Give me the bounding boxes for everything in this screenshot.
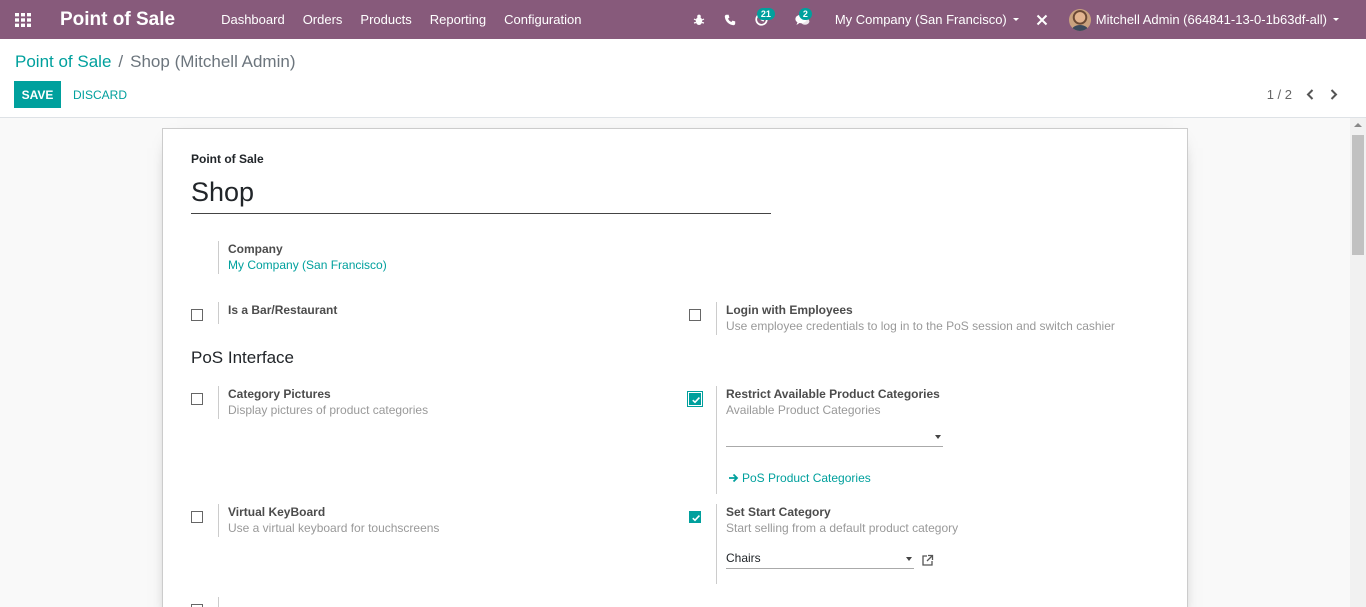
category-pictures-pane: Category Pictures Display pictures of pr… [218, 386, 428, 419]
pager-next-icon[interactable] [1322, 86, 1346, 102]
menu-dashboard[interactable]: Dashboard [212, 0, 294, 39]
form-sheet: Point of Sale Company My Company (San Fr… [162, 128, 1188, 607]
bar-restaurant-pane: Is a Bar/Restaurant [218, 302, 337, 324]
restrict-categories-checkbox[interactable] [687, 391, 703, 407]
menu-reporting[interactable]: Reporting [421, 0, 495, 39]
systray: 21 2 My Company (San Francisco) Mitchell… [683, 0, 1366, 39]
category-pictures-desc: Display pictures of product categories [228, 403, 429, 417]
main-menu: Dashboard Orders Products Reporting Conf… [212, 0, 590, 39]
start-category-desc: Start selling from a default product cat… [726, 521, 959, 535]
menu-orders[interactable]: Orders [294, 0, 352, 39]
vertical-scrollbar[interactable] [1350, 118, 1366, 607]
scroll-up-arrow-icon[interactable] [1354, 123, 1362, 127]
menu-configuration[interactable]: Configuration [495, 0, 590, 39]
pos-product-categories-link[interactable]: PoS Product Categories [728, 470, 871, 486]
restrict-categories-desc: Available Product Categories [726, 403, 881, 417]
save-button[interactable]: SAVE [14, 81, 61, 108]
bar-restaurant-checkbox[interactable] [191, 309, 203, 321]
login-employees-desc: Use employee credentials to log in to th… [726, 319, 1115, 333]
apps-menu-icon[interactable] [0, 0, 46, 39]
company-pane: Company My Company (San Francisco) [218, 241, 387, 274]
available-categories-select[interactable] [726, 427, 943, 447]
company-switcher-label: My Company (San Francisco) [834, 12, 1007, 27]
phone-icon[interactable] [715, 0, 745, 39]
login-employees-pane: Login with Employees Use employee creden… [716, 302, 1115, 335]
scroll-thumb[interactable] [1352, 135, 1364, 255]
start-category-checkbox[interactable] [689, 511, 701, 523]
next-setting-pane [218, 597, 228, 607]
restrict-categories-title: Restrict Available Product Categories [726, 387, 940, 401]
virtual-keyboard-checkbox[interactable] [191, 511, 203, 523]
control-panel: Point of Sale / Shop (Mitchell Admin) SA… [0, 39, 1366, 118]
pos-name-input[interactable] [191, 171, 771, 214]
messages-count-badge: 2 [798, 8, 812, 20]
pager-previous-icon[interactable] [1298, 86, 1322, 102]
bar-restaurant-title: Is a Bar/Restaurant [228, 303, 338, 317]
start-category-value: Chairs [726, 551, 761, 565]
chevron-down-icon [1012, 18, 1019, 21]
virtual-keyboard-title: Virtual KeyBoard [228, 505, 326, 519]
activity-count-badge: 21 [756, 8, 775, 20]
pos-product-categories-label: PoS Product Categories [742, 471, 871, 485]
chevron-down-icon [935, 435, 941, 439]
company-value-link[interactable]: My Company (San Francisco) [228, 257, 387, 274]
discard-button[interactable]: DISCARD [66, 81, 134, 108]
category-pictures-title: Category Pictures [228, 387, 331, 401]
pager-value: 1 / 2 [1266, 86, 1292, 102]
name-label: Point of Sale [191, 152, 264, 166]
breadcrumb: Point of Sale / Shop (Mitchell Admin) [15, 52, 295, 72]
chevron-down-icon [1333, 18, 1339, 21]
section-title-pos-interface: PoS Interface [191, 348, 295, 367]
chevron-down-icon [906, 557, 912, 561]
company-switcher[interactable]: My Company (San Francisco) [827, 12, 1027, 27]
debug-bug-icon[interactable] [683, 0, 715, 39]
form-view: Point of Sale Company My Company (San Fr… [0, 118, 1350, 607]
start-category-pane: Set Start Category Start selling from a … [716, 504, 958, 584]
user-name: Mitchell Admin (664841-13-0-1b63df-all) [1095, 12, 1327, 27]
arrow-right-icon [729, 473, 739, 483]
chat-messages-icon[interactable]: 2 [787, 0, 827, 39]
start-category-title: Set Start Category [726, 505, 831, 519]
menu-products[interactable]: Products [351, 0, 420, 39]
company-label: Company [228, 242, 283, 256]
start-category-select[interactable]: Chairs [726, 549, 914, 569]
activity-clock-icon[interactable]: 21 [745, 0, 787, 39]
virtual-keyboard-pane: Virtual KeyBoard Use a virtual keyboard … [218, 504, 439, 537]
category-pictures-checkbox[interactable] [191, 393, 203, 405]
restrict-categories-pane: Restrict Available Product Categories Av… [716, 386, 943, 494]
tools-crossed-icon[interactable] [1027, 0, 1057, 39]
breadcrumb-parent[interactable]: Point of Sale [15, 52, 111, 72]
external-link-icon[interactable] [921, 554, 934, 570]
user-menu[interactable]: Mitchell Admin (664841-13-0-1b63df-all) [1057, 8, 1366, 31]
breadcrumb-current: Shop (Mitchell Admin) [130, 52, 296, 71]
avatar [1068, 8, 1091, 31]
login-employees-checkbox[interactable] [689, 309, 701, 321]
virtual-keyboard-desc: Use a virtual keyboard for touchscreens [228, 521, 440, 535]
breadcrumb-separator: / [118, 52, 124, 71]
app-brand[interactable]: Point of Sale [60, 9, 175, 31]
top-navbar: Point of Sale Dashboard Orders Products … [0, 0, 1366, 39]
login-employees-title: Login with Employees [726, 303, 853, 317]
pager: 1 / 2 [1267, 86, 1346, 102]
